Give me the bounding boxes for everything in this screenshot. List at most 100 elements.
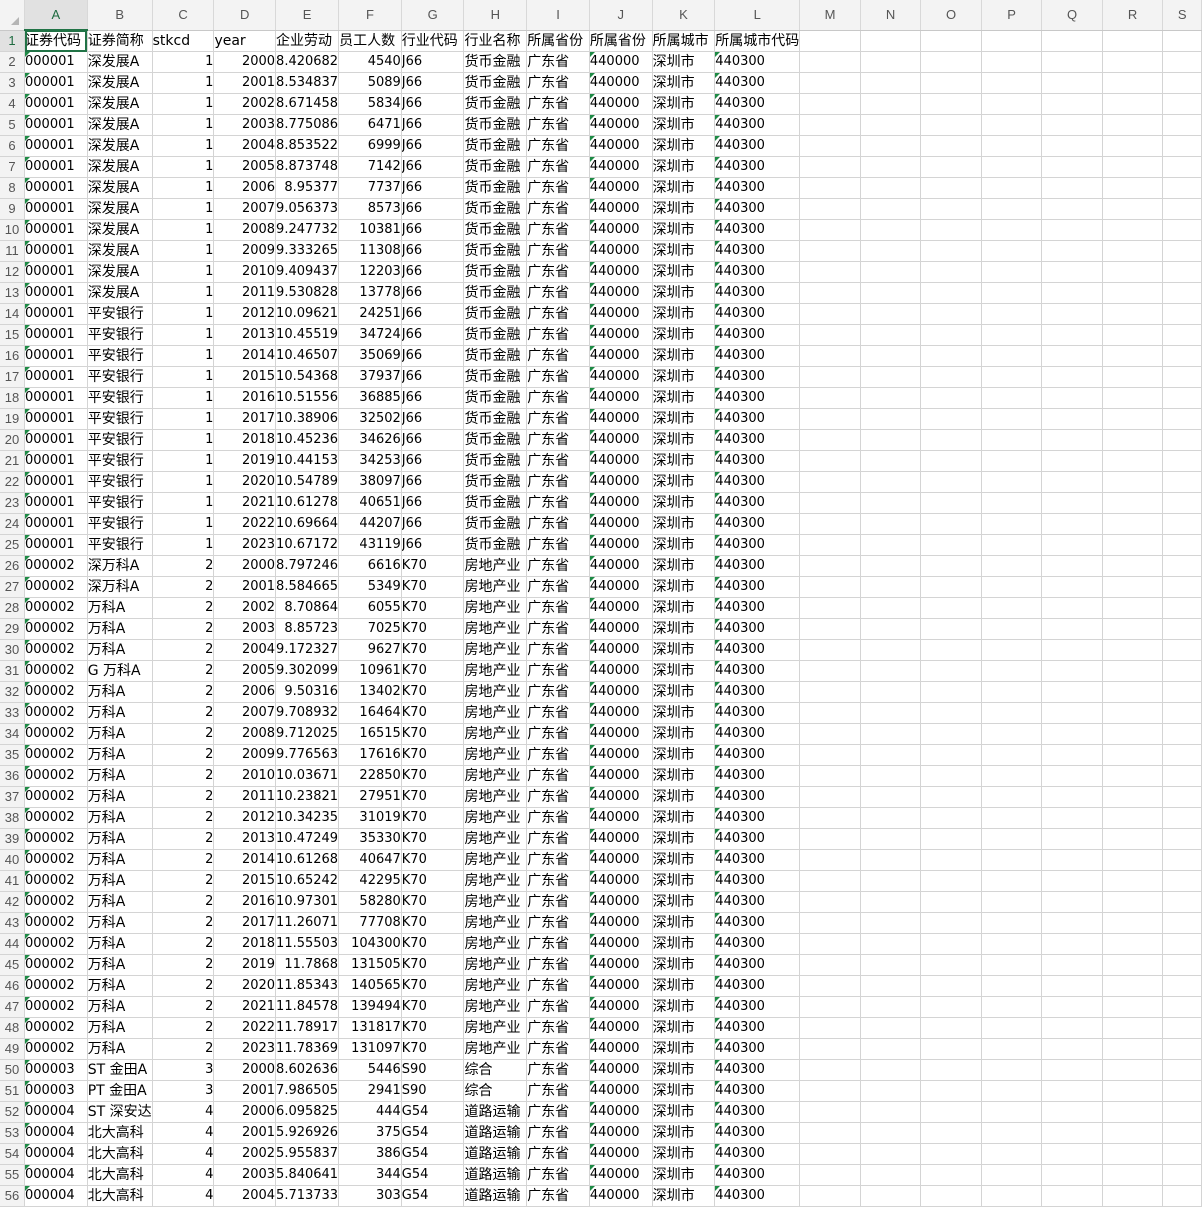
cell-l4[interactable]: 440300 xyxy=(714,93,801,115)
cell-j19[interactable]: 440000 xyxy=(589,408,653,430)
cell-p30[interactable] xyxy=(981,639,1043,661)
cell-c44[interactable]: 2 xyxy=(152,933,215,955)
cell-p15[interactable] xyxy=(981,324,1043,346)
cell-j6[interactable]: 440000 xyxy=(589,135,653,157)
cell-d6[interactable]: 2004 xyxy=(213,135,277,157)
cell-h6[interactable]: 货币金融 xyxy=(463,135,528,157)
cell-s13[interactable] xyxy=(1162,282,1202,304)
cell-g55[interactable]: G54 xyxy=(401,1164,465,1186)
cell-j8[interactable]: 440000 xyxy=(589,177,653,199)
cell-j26[interactable]: 440000 xyxy=(589,555,653,577)
cell-m49[interactable] xyxy=(799,1038,861,1060)
cell-s36[interactable] xyxy=(1162,765,1202,787)
cell-c37[interactable]: 2 xyxy=(152,786,215,808)
cell-o24[interactable] xyxy=(920,513,982,535)
cell-d32[interactable]: 2006 xyxy=(213,681,277,703)
cell-d12[interactable]: 2010 xyxy=(213,261,277,283)
cell-o28[interactable] xyxy=(920,597,982,619)
cell-j34[interactable]: 440000 xyxy=(589,723,653,745)
cell-h11[interactable]: 货币金融 xyxy=(463,240,528,262)
cell-o3[interactable] xyxy=(920,72,982,94)
cell-a41[interactable]: 000002 xyxy=(24,870,88,892)
cell-h39[interactable]: 房地产业 xyxy=(463,828,528,850)
cell-p20[interactable] xyxy=(981,429,1043,451)
cell-l34[interactable]: 440300 xyxy=(714,723,801,745)
cell-k53[interactable]: 深圳市 xyxy=(652,1122,716,1144)
cell-i49[interactable]: 广东省 xyxy=(526,1038,590,1060)
cell-b55[interactable]: 北大高科 xyxy=(87,1164,153,1186)
cell-d39[interactable]: 2013 xyxy=(213,828,277,850)
cell-k40[interactable]: 深圳市 xyxy=(652,849,716,871)
cell-e17[interactable]: 10.54368 xyxy=(275,366,340,388)
cell-o40[interactable] xyxy=(920,849,982,871)
cell-e16[interactable]: 10.46507 xyxy=(275,345,340,367)
cell-m2[interactable] xyxy=(799,51,861,73)
cell-o41[interactable] xyxy=(920,870,982,892)
cell-l44[interactable]: 440300 xyxy=(714,933,801,955)
cell-o50[interactable] xyxy=(920,1059,982,1081)
cell-c31[interactable]: 2 xyxy=(152,660,215,682)
cell-b31[interactable]: G 万科A xyxy=(87,660,153,682)
cell-a25[interactable]: 000001 xyxy=(24,534,88,556)
cell-g7[interactable]: J66 xyxy=(401,156,465,178)
cell-q23[interactable] xyxy=(1041,492,1103,514)
cell-a50[interactable]: 000003 xyxy=(24,1059,88,1081)
cell-i25[interactable]: 广东省 xyxy=(526,534,590,556)
cell-p36[interactable] xyxy=(981,765,1043,787)
cell-b19[interactable]: 平安银行 xyxy=(87,408,153,430)
cell-m29[interactable] xyxy=(799,618,861,640)
cell-a8[interactable]: 000001 xyxy=(24,177,88,199)
cell-s22[interactable] xyxy=(1162,471,1202,493)
cell-k36[interactable]: 深圳市 xyxy=(652,765,716,787)
cell-g49[interactable]: K70 xyxy=(401,1038,465,1060)
row-header-23[interactable]: 23 xyxy=(0,492,26,514)
cell-i2[interactable]: 广东省 xyxy=(526,51,590,73)
cell-e54[interactable]: 5.955837 xyxy=(275,1143,340,1165)
cell-q51[interactable] xyxy=(1041,1080,1103,1102)
cell-e33[interactable]: 9.708932 xyxy=(275,702,340,724)
cell-m4[interactable] xyxy=(799,93,861,115)
column-header-a[interactable]: A xyxy=(24,0,88,31)
cell-p55[interactable] xyxy=(981,1164,1043,1186)
cell-a47[interactable]: 000002 xyxy=(24,996,88,1018)
cell-b42[interactable]: 万科A xyxy=(87,891,153,913)
cell-a9[interactable]: 000001 xyxy=(24,198,88,220)
cell-o10[interactable] xyxy=(920,219,982,241)
cell-r41[interactable] xyxy=(1102,870,1164,892)
cell-a31[interactable]: 000002 xyxy=(24,660,88,682)
cell-o54[interactable] xyxy=(920,1143,982,1165)
cell-r29[interactable] xyxy=(1102,618,1164,640)
cell-h25[interactable]: 货币金融 xyxy=(463,534,528,556)
cell-j44[interactable]: 440000 xyxy=(589,933,653,955)
cell-s8[interactable] xyxy=(1162,177,1202,199)
cell-h47[interactable]: 房地产业 xyxy=(463,996,528,1018)
cell-q3[interactable] xyxy=(1041,72,1103,94)
cell-c35[interactable]: 2 xyxy=(152,744,215,766)
cell-p27[interactable] xyxy=(981,576,1043,598)
cell-c19[interactable]: 1 xyxy=(152,408,215,430)
row-header-41[interactable]: 41 xyxy=(0,870,26,892)
cell-q44[interactable] xyxy=(1041,933,1103,955)
cell-j11[interactable]: 440000 xyxy=(589,240,653,262)
cell-d40[interactable]: 2014 xyxy=(213,849,277,871)
cell-e49[interactable]: 11.78369 xyxy=(275,1038,340,1060)
cell-r35[interactable] xyxy=(1102,744,1164,766)
cell-f16[interactable]: 35069 xyxy=(338,345,402,367)
cell-s48[interactable] xyxy=(1162,1017,1202,1039)
cell-a29[interactable]: 000002 xyxy=(24,618,88,640)
cell-k11[interactable]: 深圳市 xyxy=(652,240,716,262)
cell-i5[interactable]: 广东省 xyxy=(526,114,590,136)
cell-s19[interactable] xyxy=(1162,408,1202,430)
cell-f48[interactable]: 131817 xyxy=(338,1017,402,1039)
cell-j22[interactable]: 440000 xyxy=(589,471,653,493)
cell-d24[interactable]: 2022 xyxy=(213,513,277,535)
cell-a30[interactable]: 000002 xyxy=(24,639,88,661)
cell-q53[interactable] xyxy=(1041,1122,1103,1144)
cell-k23[interactable]: 深圳市 xyxy=(652,492,716,514)
cell-f55[interactable]: 344 xyxy=(338,1164,402,1186)
cell-g28[interactable]: K70 xyxy=(401,597,465,619)
cell-j53[interactable]: 440000 xyxy=(589,1122,653,1144)
cell-r20[interactable] xyxy=(1102,429,1164,451)
cell-c5[interactable]: 1 xyxy=(152,114,215,136)
cell-r50[interactable] xyxy=(1102,1059,1164,1081)
